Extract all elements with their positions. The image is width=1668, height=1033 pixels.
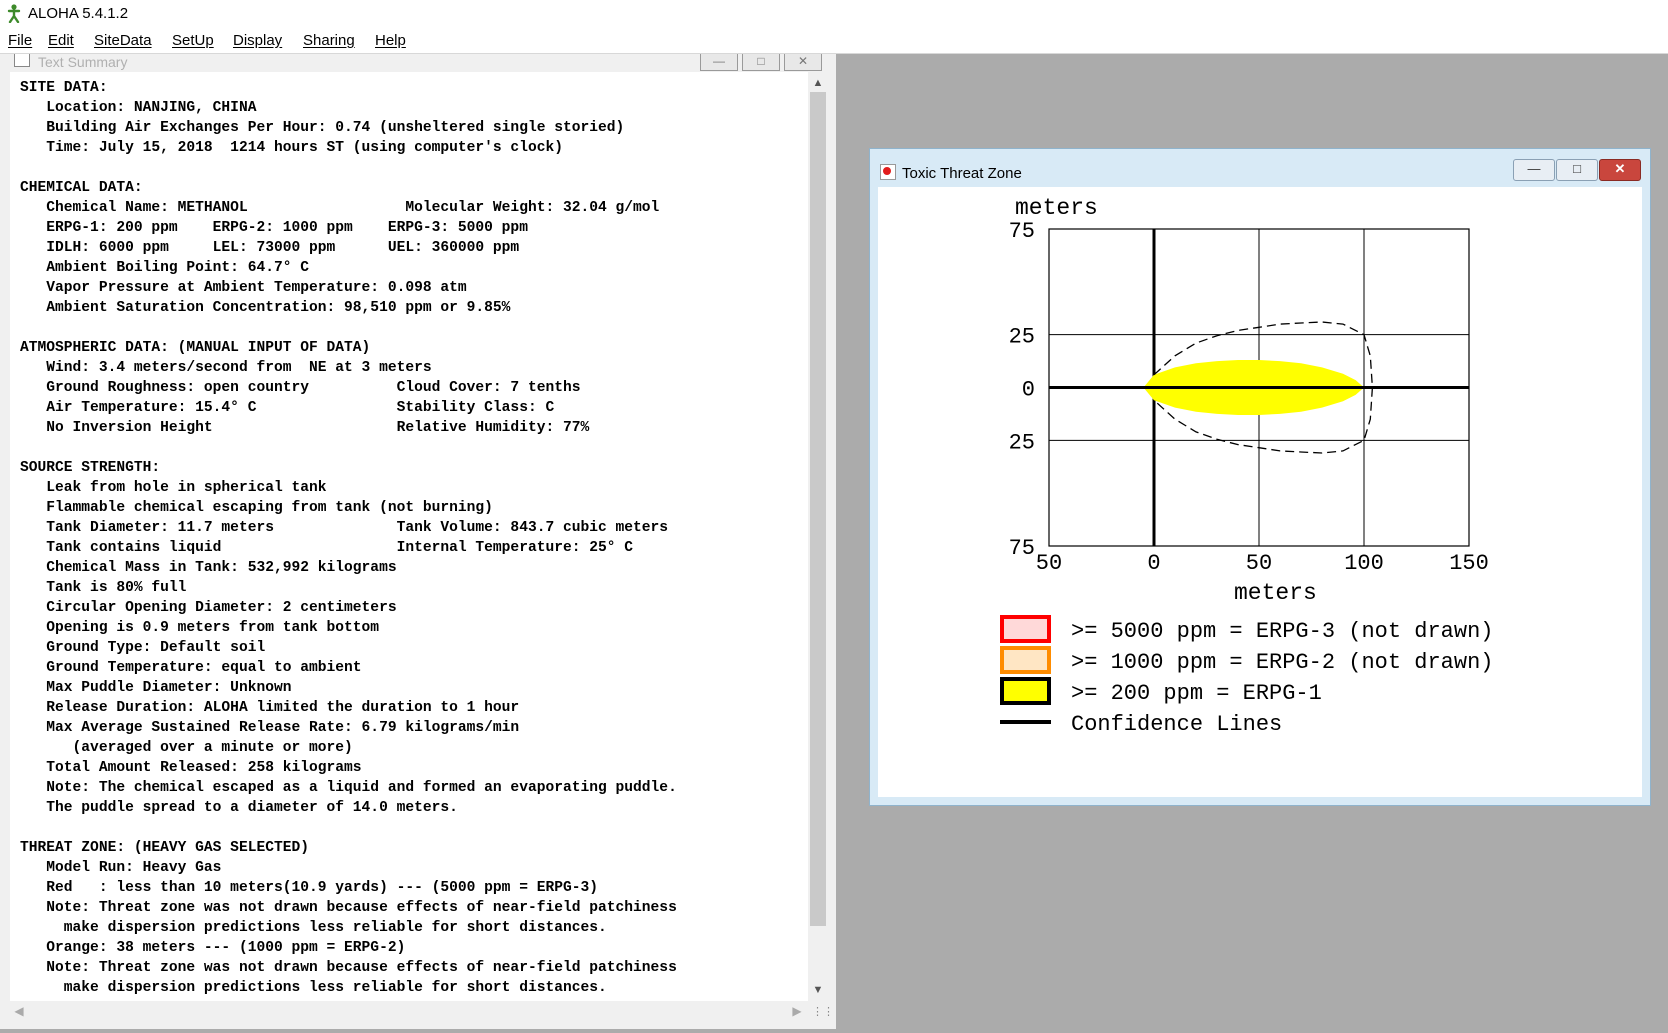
app-titlebar: ALOHA 5.4.1.2 [0, 0, 1668, 27]
text-summary-titlebar[interactable]: Text Summary — □ ✕ [0, 54, 836, 72]
menu-edit[interactable]: Edit [48, 32, 74, 49]
app-title: ALOHA 5.4.1.2 [28, 5, 129, 22]
legend-label: Confidence Lines [1071, 712, 1282, 737]
tz-maximize-button[interactable]: □ [1556, 159, 1598, 181]
menu-setup[interactable]: SetUp [172, 32, 214, 49]
text-summary-window[interactable]: Text Summary — □ ✕ SITE DATA: Location: … [0, 54, 836, 1029]
text-summary-content[interactable]: SITE DATA: Location: NANJING, CHINA Buil… [10, 72, 808, 1001]
tz-close-button[interactable]: ✕ [1599, 159, 1641, 181]
menu-help[interactable]: Help [375, 32, 406, 49]
vertical-scrollbar[interactable]: ▲ ▼ [808, 72, 828, 1001]
scroll-down-icon[interactable]: ▼ [812, 983, 824, 997]
maximize-button[interactable]: □ [742, 54, 780, 71]
resize-grip-icon[interactable]: ⋮⋮ [812, 1005, 834, 1018]
legend-swatch-2 [1000, 646, 1051, 674]
aloha-logo-icon [7, 4, 21, 23]
scroll-thumb[interactable] [810, 92, 826, 926]
y-tick-label: 0 [1022, 378, 1035, 403]
y-tick-label: 75 [1009, 536, 1035, 561]
y-tick-label: 25 [1009, 430, 1035, 455]
x-axis-label: meters [1234, 580, 1317, 606]
threat-zone-chart: 50 0 50 100 150 75 25 0 25 75 meters meters >= 50… [1000, 195, 1493, 737]
legend-swatch-1 [1000, 615, 1051, 643]
legend-swatch-3 [1000, 677, 1051, 705]
scroll-right-icon[interactable]: ▶ [790, 1003, 804, 1019]
menu-sharing[interactable]: Sharing [303, 32, 355, 49]
threat-zone-titlebar[interactable]: Toxic Threat Zone [880, 164, 1022, 182]
scroll-up-icon[interactable]: ▲ [812, 76, 824, 90]
x-tick-label: 150 [1449, 551, 1489, 576]
red-dot-icon [880, 164, 896, 180]
menu-bar: File Edit SiteData SetUp Display Sharing… [0, 27, 1668, 54]
y-axis-label: meters [1015, 195, 1098, 221]
scroll-left-icon[interactable]: ◀ [12, 1003, 26, 1019]
legend-label: >= 1000 ppm = ERPG-2 (not drawn) [1071, 650, 1493, 675]
toxic-threat-zone-window[interactable]: Toxic Threat Zone — □ ✕ 50 0 50 100 150 75 25 0… [869, 148, 1651, 806]
minimize-button[interactable]: — [700, 54, 738, 71]
threat-zone-title: Toxic Threat Zone [902, 165, 1022, 182]
y-tick-label: 75 [1009, 219, 1035, 244]
x-tick-label: 50 [1246, 551, 1272, 576]
text-summary-title: Text Summary [38, 54, 128, 70]
menu-file[interactable]: File [8, 32, 32, 49]
legend-label: >= 200 ppm = ERPG-1 [1071, 681, 1322, 706]
horizontal-scrollbar[interactable]: ◀ ▶ [10, 1001, 808, 1021]
threat-zone-plot-area: 50 0 50 100 150 75 25 0 25 75 meters meters >= 50… [878, 187, 1642, 797]
y-tick-label: 25 [1009, 325, 1035, 350]
tz-minimize-button[interactable]: — [1513, 159, 1555, 181]
x-tick-label: 50 [1036, 551, 1062, 576]
menu-sitedata[interactable]: SiteData [94, 32, 152, 49]
document-icon [14, 54, 30, 67]
menu-display[interactable]: Display [233, 32, 282, 49]
x-tick-label: 100 [1344, 551, 1384, 576]
summary-text: SITE DATA: Location: NANJING, CHINA Buil… [20, 80, 677, 996]
x-tick-label: 0 [1147, 551, 1160, 576]
legend-label: >= 5000 ppm = ERPG-3 (not drawn) [1071, 619, 1493, 644]
close-button[interactable]: ✕ [784, 54, 822, 71]
